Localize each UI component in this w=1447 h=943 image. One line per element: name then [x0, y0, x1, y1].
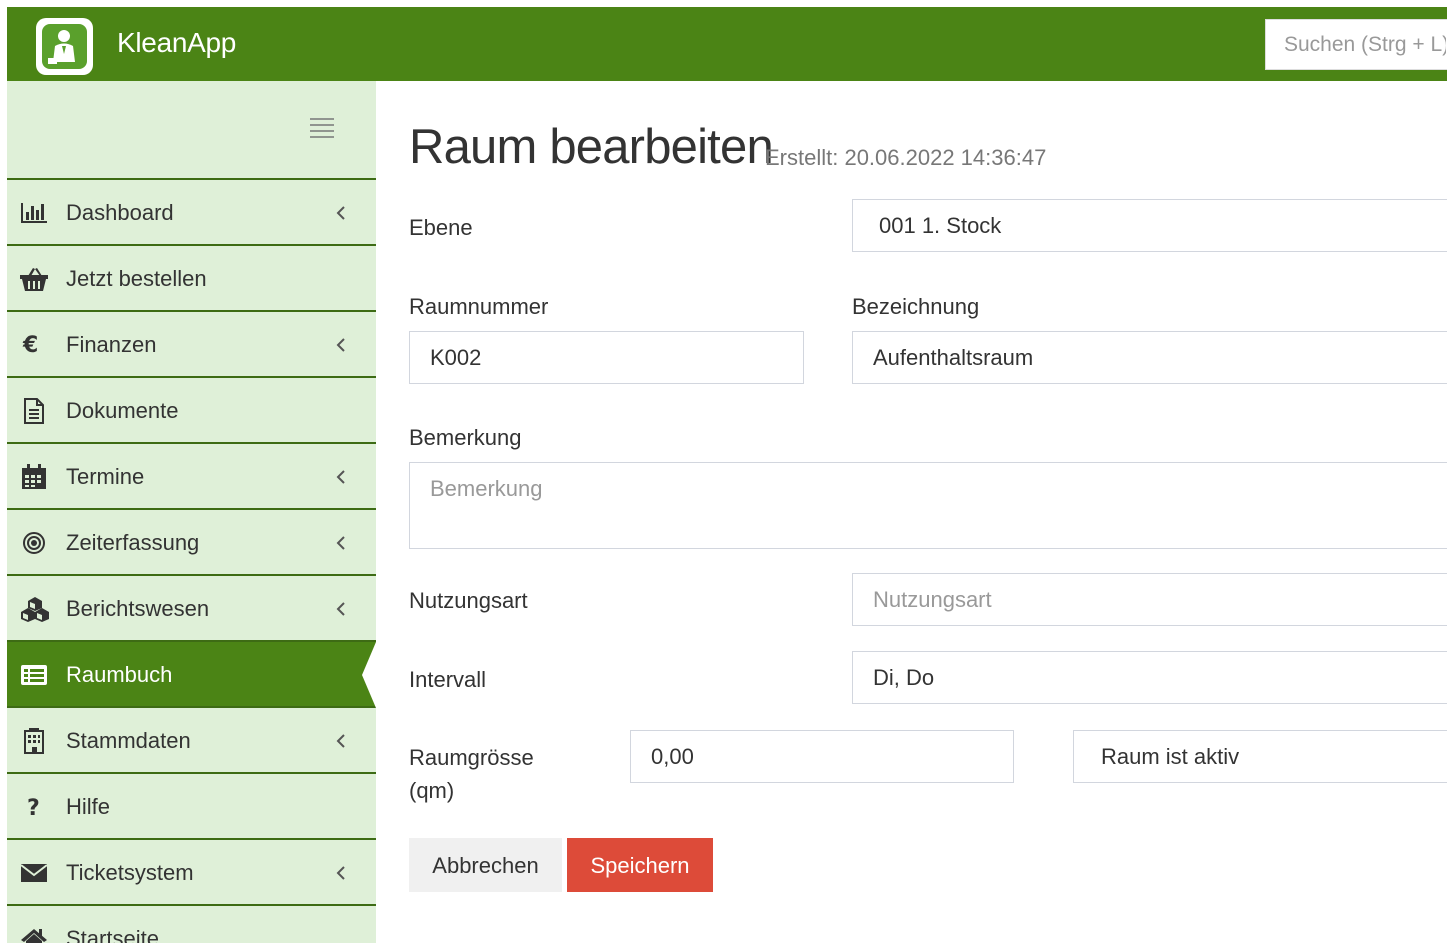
nutzungsart-input[interactable] — [852, 573, 1447, 626]
app-brand: KleanApp — [117, 27, 237, 58]
sidebar-item-raumbuch[interactable]: Raumbuch — [7, 642, 376, 708]
document-icon — [20, 398, 48, 424]
sidebar-item-label: Termine — [66, 464, 145, 489]
svg-text:?: ? — [27, 796, 40, 820]
sidebar-item-label: Ticketsystem — [66, 860, 194, 885]
sidebar-item-label: Zeiterfassung — [66, 530, 200, 555]
home-icon — [20, 926, 48, 943]
chevron-left-icon — [334, 332, 348, 363]
ebene-label: Ebene — [409, 215, 473, 240]
cancel-button[interactable]: Abbrechen — [409, 838, 562, 892]
sidebar-item-label: Raumbuch — [66, 662, 173, 687]
intervall-input[interactable] — [852, 651, 1447, 704]
building-icon — [20, 728, 48, 754]
sidebar-item-label: Hilfe — [66, 794, 111, 819]
sidebar-item-berichtswesen[interactable]: Berichtswesen — [7, 576, 376, 642]
sidebar-item-finanzen[interactable]: € Finanzen — [7, 312, 376, 378]
menu-toggle — [7, 81, 376, 180]
raum-aktiv-toggle[interactable]: Raum ist aktiv — [1073, 730, 1447, 783]
sidebar-item-ticketsystem[interactable]: Ticketsystem — [7, 840, 376, 906]
chevron-left-icon — [334, 200, 348, 231]
bar-chart-icon — [20, 200, 48, 226]
sidebar-item-label: Finanzen — [66, 332, 157, 357]
sidebar-item-jetzt-bestellen[interactable]: Jetzt bestellen — [7, 246, 376, 312]
sidebar-item-label: Dashboard — [66, 200, 174, 225]
nutzungsart-label: Nutzungsart — [409, 588, 528, 613]
active-indicator — [362, 642, 376, 708]
raumgroesse-label-line1: Raumgrösse — [409, 745, 534, 770]
app-frame: KleanApp Dashboard Jetzt bestellen — [7, 7, 1447, 943]
sidebar-item-label: Berichtswesen — [66, 596, 210, 621]
chevron-left-icon — [334, 596, 348, 627]
hamburger-menu-icon[interactable] — [309, 116, 335, 140]
intervall-label: Intervall — [409, 667, 487, 692]
chevron-left-icon — [334, 464, 348, 495]
sidebar-item-termine[interactable]: Termine — [7, 444, 376, 510]
raumgroesse-label: Raumgrösse (qm) — [409, 741, 534, 807]
cubes-icon — [20, 596, 49, 622]
main-content: Raum bearbeiten Erstellt: 20.06.2022 14:… — [376, 81, 1447, 943]
chevron-left-icon — [334, 728, 348, 759]
raumgroesse-input[interactable] — [630, 730, 1014, 783]
target-icon — [20, 530, 48, 556]
calendar-icon — [20, 464, 48, 490]
basket-icon — [20, 266, 48, 292]
sidebar-item-hilfe[interactable]: ? Hilfe — [7, 774, 376, 840]
ebene-select[interactable]: 001 1. Stock — [852, 199, 1447, 252]
sidebar-item-label: Startseite — [66, 926, 159, 943]
sidebar: Dashboard Jetzt bestellen € Finanzen Dok… — [7, 81, 376, 943]
bezeichnung-label: Bezeichnung — [852, 294, 980, 319]
sidebar-item-dashboard[interactable]: Dashboard — [7, 180, 376, 246]
sidebar-item-stammdaten[interactable]: Stammdaten — [7, 708, 376, 774]
sidebar-item-zeiterfassung[interactable]: Zeiterfassung — [7, 510, 376, 576]
sidebar-item-dokumente[interactable]: Dokumente — [7, 378, 376, 444]
svg-text:€: € — [22, 333, 38, 358]
sidebar-item-startseite[interactable]: Startseite — [7, 906, 376, 943]
raumnummer-label: Raumnummer — [409, 294, 549, 319]
bezeichnung-input[interactable] — [852, 331, 1447, 384]
page-title: Raum bearbeiten — [409, 120, 774, 174]
logo-icon — [42, 24, 87, 69]
question-icon: ? — [20, 794, 48, 820]
sidebar-item-label: Jetzt bestellen — [66, 266, 207, 291]
sidebar-item-label: Dokumente — [66, 398, 179, 423]
raum-aktiv-label: Raum ist aktiv — [1101, 744, 1240, 769]
chevron-left-icon — [334, 530, 348, 561]
euro-icon: € — [20, 332, 48, 358]
bemerkung-textarea[interactable] — [409, 462, 1447, 549]
search-input[interactable] — [1265, 19, 1447, 70]
top-bar: KleanApp — [7, 7, 1447, 81]
bemerkung-label: Bemerkung — [409, 425, 522, 450]
save-button[interactable]: Speichern — [567, 838, 713, 892]
raumnummer-input[interactable] — [409, 331, 804, 384]
sidebar-item-label: Stammdaten — [66, 728, 191, 753]
list-alt-icon — [20, 662, 48, 688]
raumgroesse-label-line2: (qm) — [409, 778, 455, 803]
chevron-left-icon — [334, 860, 348, 891]
app-logo[interactable] — [36, 18, 93, 75]
page-subtitle: Erstellt: 20.06.2022 14:36:47 — [765, 145, 1047, 170]
envelope-icon — [20, 860, 48, 886]
